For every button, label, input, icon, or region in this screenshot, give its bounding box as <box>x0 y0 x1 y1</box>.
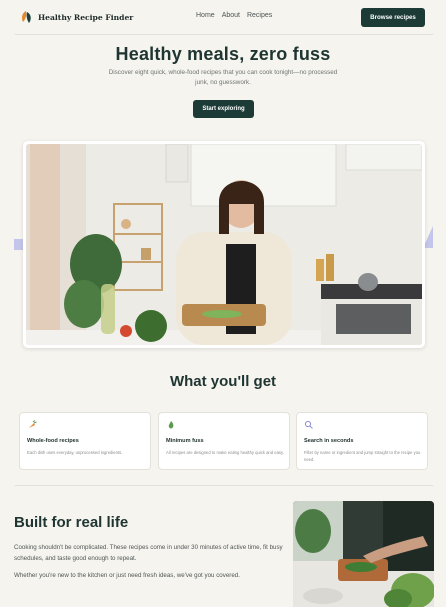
features-title: What you'll get <box>169 373 277 390</box>
carrot-icon <box>29 420 37 428</box>
feature-card-text: Filter by name or ingredient and jump st… <box>304 450 421 462</box>
woman-cooking-photo <box>26 144 422 345</box>
leaf-logo-icon <box>22 11 31 23</box>
real-life-paragraph-2: Whether you're new to the kitchen or jus… <box>14 572 240 579</box>
header-divider <box>15 34 433 35</box>
brand-name: Healthy Recipe Finder <box>38 12 134 22</box>
feature-card-text: All recipes are designed to make eating … <box>166 450 284 455</box>
feature-card-title: Minimum fuss <box>166 438 204 444</box>
brand-logo[interactable]: Healthy Recipe Finder <box>20 10 133 24</box>
start-exploring-button[interactable]: Start exploring <box>193 100 254 118</box>
feature-card-title: Search in seconds <box>304 438 354 444</box>
search-icon <box>304 420 313 429</box>
flame-icon <box>168 421 174 429</box>
feature-card-whole-food: Whole-food recipes Each dish uses everyd… <box>19 412 151 470</box>
feature-card-search: Search in seconds Filter by name or ingr… <box>296 412 428 470</box>
browse-recipes-button[interactable]: Browse recipes <box>361 8 425 27</box>
real-life-image <box>293 501 434 607</box>
real-life-paragraph-1: Cooking shouldn't be complicated. These … <box>14 544 283 562</box>
hero-title: Healthy meals, zero fuss <box>115 44 331 64</box>
chopping-vegetables-photo <box>293 501 434 607</box>
nav-link-home[interactable]: Home <box>196 12 215 19</box>
feature-card-minimum-fuss: Minimum fuss All recipes are designed to… <box>158 412 290 470</box>
feature-card-title: Whole-food recipes <box>27 438 79 444</box>
real-life-title: Built for real life <box>14 514 129 531</box>
nav-link-about[interactable]: About <box>222 12 240 19</box>
site-header: Healthy Recipe Finder Home About Recipes… <box>0 0 446 34</box>
nav-link-recipes[interactable]: Recipes <box>247 12 272 19</box>
feature-card-text: Each dish uses everyday, unprocessed ing… <box>27 450 123 455</box>
section-divider <box>15 485 433 486</box>
main-nav: Home About Recipes <box>196 12 272 19</box>
hero-subtitle: Discover eight quick, whole-food recipes… <box>108 69 338 86</box>
hero-image-frame <box>23 141 425 348</box>
